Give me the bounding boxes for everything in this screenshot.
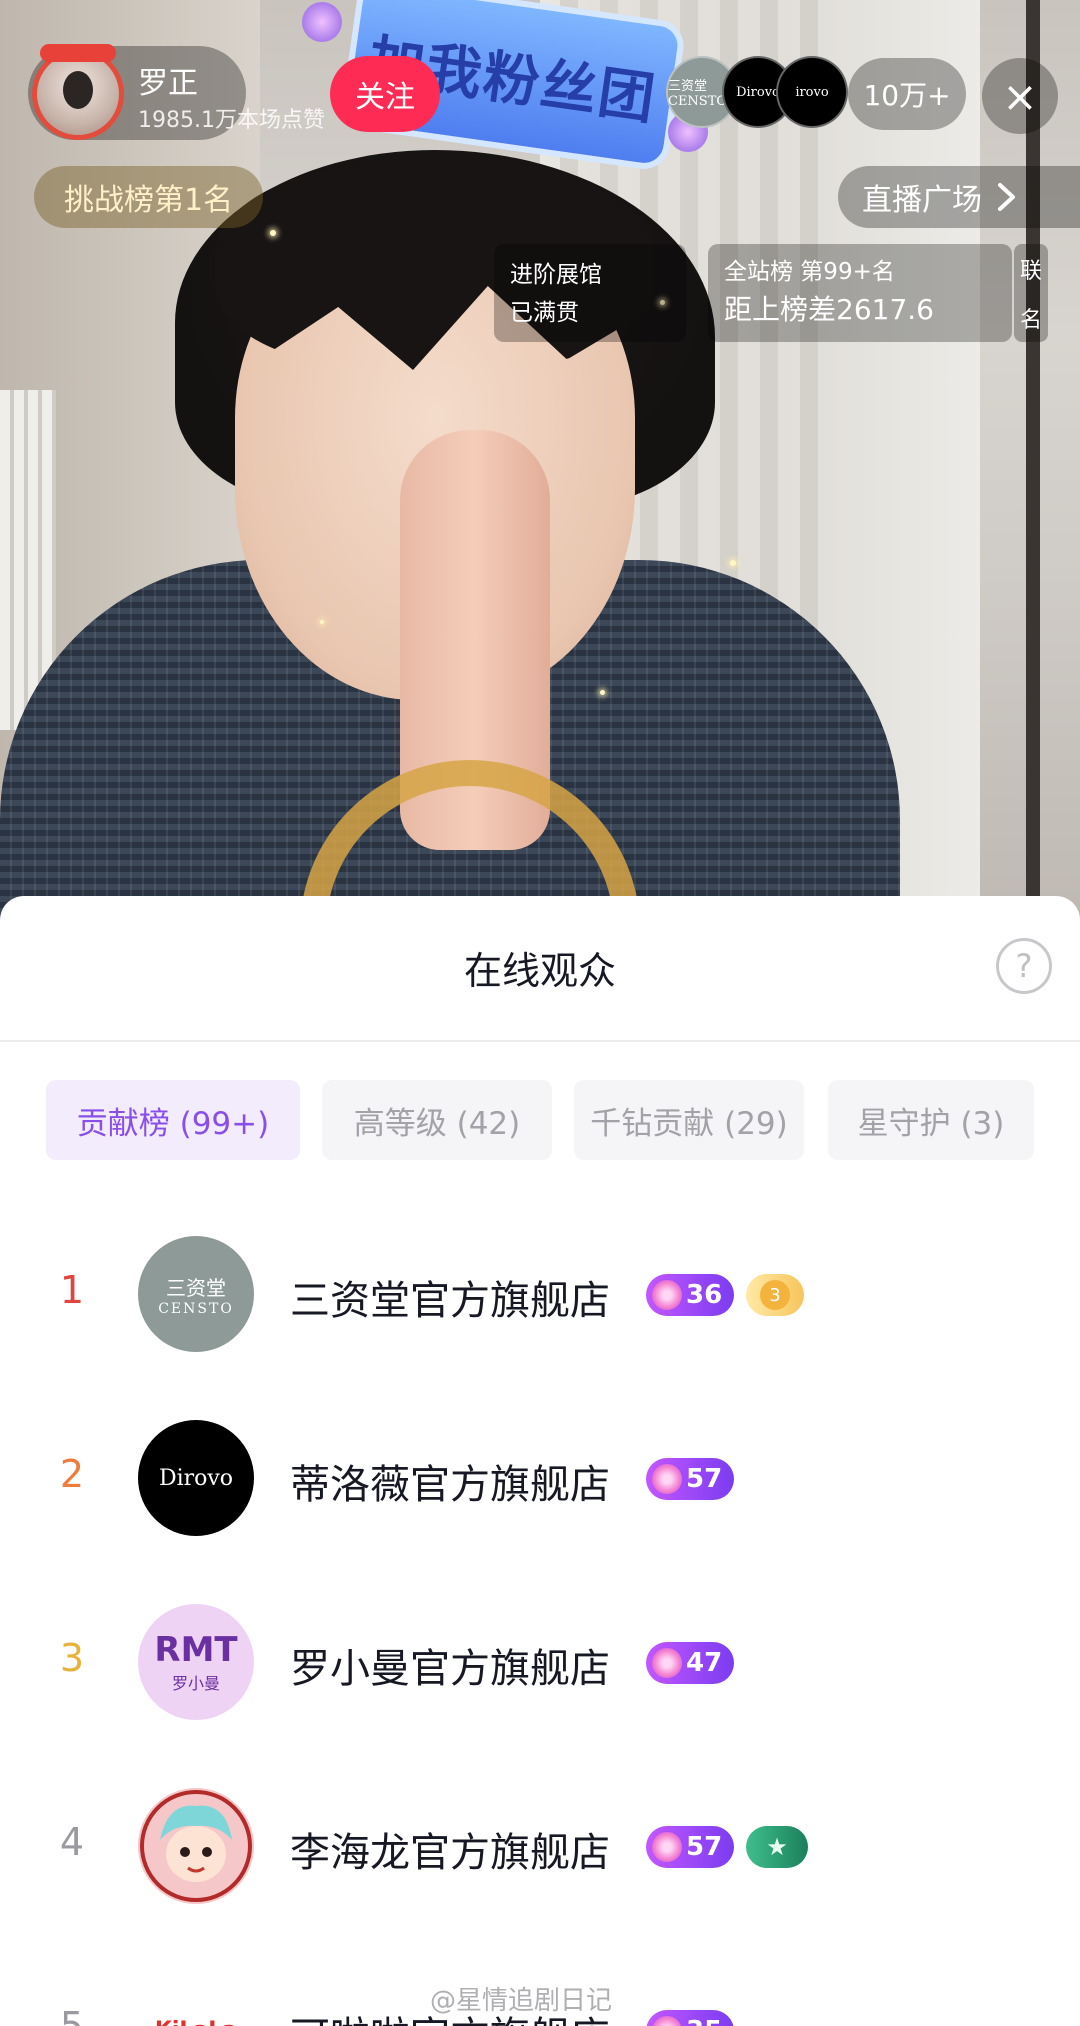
- star-guardian-icon: ★: [746, 1826, 808, 1868]
- avatar-text: Dirovo: [158, 1465, 234, 1491]
- audience-avatar[interactable]: [138, 1788, 254, 1904]
- level-gem-icon: [652, 1648, 682, 1678]
- joint-rank-char: 联: [1019, 258, 1042, 284]
- level-number: 35: [686, 2016, 722, 2026]
- live-plaza-button[interactable]: 直播广场: [838, 166, 1080, 228]
- fan-club-level: 3: [760, 1280, 790, 1310]
- sparkle-effect: [320, 620, 324, 624]
- online-audience-sheet: 在线观众 ? 贡献榜 (99+) 高等级 (42) 千钻贡献 (29) 星守护 …: [0, 896, 1080, 2026]
- live-plaza-label: 直播广场: [862, 183, 982, 218]
- host-name: 罗正: [138, 66, 198, 101]
- rank-number: 5: [59, 2004, 85, 2026]
- audience-row[interactable]: 3 RMT 罗小曼 罗小曼官方旗舰店 47: [0, 1592, 1080, 1732]
- rank-number: 1: [59, 1268, 85, 1312]
- viewer-count-button[interactable]: 10万+: [848, 58, 966, 130]
- audience-avatar[interactable]: 三资堂 CENSTO: [138, 1236, 254, 1352]
- avatar-text: RMT: [154, 1630, 238, 1670]
- window-frame: [1026, 0, 1040, 900]
- avatar-subtext: 罗小曼: [171, 1674, 220, 1693]
- audience-name: 三资堂官方旗舰店: [290, 1278, 610, 1324]
- avatar-subtext: CENSTO: [158, 1300, 234, 1317]
- watermark: @星情追剧日记: [430, 1986, 613, 2016]
- audience-name: 蒂洛薇官方旗舰店: [290, 1462, 610, 1508]
- tab-high-level[interactable]: 高等级 (42): [322, 1080, 552, 1160]
- user-level-badge: 57: [646, 1458, 735, 1500]
- chevron-right-icon: [998, 183, 1015, 211]
- help-icon[interactable]: ?: [996, 938, 1052, 994]
- host-likes: 1985.1万本场点赞: [138, 108, 325, 133]
- site-rank-gap: 距上榜差2617.6: [724, 293, 934, 326]
- level-number: 57: [686, 1832, 723, 1862]
- top-viewer-label: Dirovo: [736, 84, 780, 100]
- tab-diamond-contribution[interactable]: 千钻贡献 (29): [574, 1080, 804, 1160]
- user-level-badge: 36: [646, 1274, 735, 1316]
- sparkle-effect: [600, 690, 605, 695]
- top-viewer-avatar[interactable]: irovo: [776, 56, 848, 128]
- level-gem-icon: [652, 1464, 682, 1494]
- sheet-title: 在线观众: [463, 949, 616, 993]
- advanced-hall-card[interactable]: 进阶展馆 已满贯: [494, 244, 686, 342]
- user-level-badge: 57: [646, 1826, 735, 1868]
- site-rank-title: 全站榜 第99+名: [724, 259, 895, 285]
- follow-button[interactable]: 关注: [330, 56, 440, 132]
- hall-status: 已满贯: [510, 300, 579, 326]
- tab-contribution[interactable]: 贡献榜 (99+): [46, 1080, 300, 1160]
- fan-club-badge: 3: [746, 1274, 804, 1316]
- close-button[interactable]: ×: [982, 58, 1058, 134]
- cartoon-avatar-icon: [138, 1788, 254, 1904]
- rank-number: 2: [59, 1452, 85, 1496]
- divider: [0, 1040, 1080, 1042]
- audience-row[interactable]: 1 三资堂 CENSTO 三资堂官方旗舰店 36 3: [0, 1224, 1080, 1364]
- audience-name: 李海龙官方旗舰店: [290, 1830, 610, 1876]
- host-badge-icon: [40, 44, 116, 62]
- audience-avatar[interactable]: Dirovo: [138, 1420, 254, 1536]
- close-icon: ×: [1002, 71, 1038, 121]
- sparkle-effect: [270, 230, 276, 236]
- audience-row[interactable]: 4 李海龙官方旗舰店 57 ★: [0, 1776, 1080, 1916]
- avatar-text: 三资堂: [166, 1275, 226, 1300]
- joint-rank-tab[interactable]: 联 名: [1014, 244, 1048, 342]
- level-gem-icon: [652, 1280, 682, 1310]
- tab-star-guardian[interactable]: 星守护 (3): [828, 1080, 1034, 1160]
- site-rank-card[interactable]: 全站榜 第99+名 距上榜差2617.6: [708, 244, 1012, 342]
- sparkle-effect: [730, 560, 736, 566]
- rank-number: 3: [59, 1636, 85, 1680]
- top-viewer-label: irovo: [795, 84, 829, 100]
- level-gem-icon: [652, 1832, 682, 1862]
- level-number: 57: [686, 1464, 723, 1494]
- challenge-rank-badge[interactable]: 挑战榜第1名: [34, 166, 264, 228]
- user-level-badge: 35: [646, 2010, 735, 2026]
- audience-avatar[interactable]: KiLaLa: [138, 1972, 254, 2026]
- user-level-badge: 47: [646, 1642, 735, 1684]
- audience-row[interactable]: 2 Dirovo 蒂洛薇官方旗舰店 57: [0, 1408, 1080, 1548]
- level-number: 36: [686, 1280, 723, 1310]
- disco-ball-icon: [302, 2, 342, 42]
- joint-rank-char: 名: [1019, 307, 1042, 333]
- audience-avatar[interactable]: RMT 罗小曼: [138, 1604, 254, 1720]
- level-number: 47: [686, 1648, 723, 1678]
- avatar-text: KiLaLa: [155, 2018, 237, 2026]
- level-gem-icon: [652, 2016, 682, 2026]
- audience-name: 罗小曼官方旗舰店: [290, 1646, 610, 1692]
- rank-number: 4: [59, 1820, 85, 1864]
- hall-title: 进阶展馆: [510, 262, 602, 288]
